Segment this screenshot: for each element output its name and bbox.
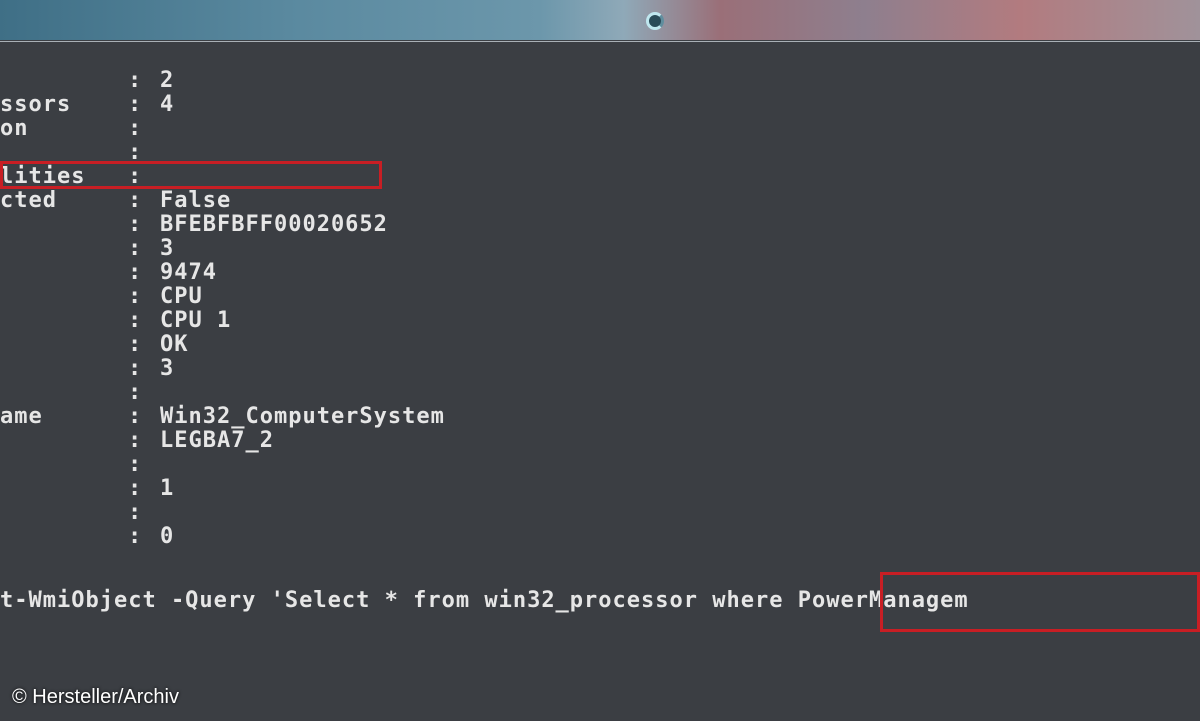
output-row: on:: [0, 116, 143, 141]
output-row: :3: [128, 236, 175, 261]
output-row: :0: [128, 524, 175, 549]
output-row: ame: Win32_ComputerSystem: [0, 404, 445, 429]
output-row: :: [128, 452, 143, 477]
highlight-box-where-clause: [880, 572, 1200, 632]
output-row: :2: [128, 68, 175, 93]
output-row: :3: [128, 356, 175, 381]
desktop-background-strip: [0, 0, 1200, 40]
command-line[interactable]: t-WmiObject -Query 'Select * from win32_…: [0, 589, 969, 613]
loading-spinner-icon: [646, 12, 664, 30]
output-row: :1: [128, 476, 175, 501]
output-row: :: [128, 380, 143, 405]
image-credit: © Hersteller/Archiv: [12, 686, 179, 708]
output-row: :: [128, 500, 143, 525]
highlight-box-false-value: [0, 161, 382, 189]
output-row: : CPU: [128, 284, 203, 309]
output-row: :9474: [128, 260, 217, 285]
output-row: ssors:4: [0, 92, 175, 117]
output-row: :: [128, 140, 143, 165]
output-row: : BFEBFBFF00020652: [128, 212, 388, 237]
console-window[interactable]: :2 ssors:4 on: : lities: cted: False : BFE…: [0, 41, 1200, 721]
output-row: : OK: [128, 332, 189, 357]
output-row: : CPU 1: [128, 308, 232, 333]
output-row: : LEGBA7_2: [128, 428, 274, 453]
